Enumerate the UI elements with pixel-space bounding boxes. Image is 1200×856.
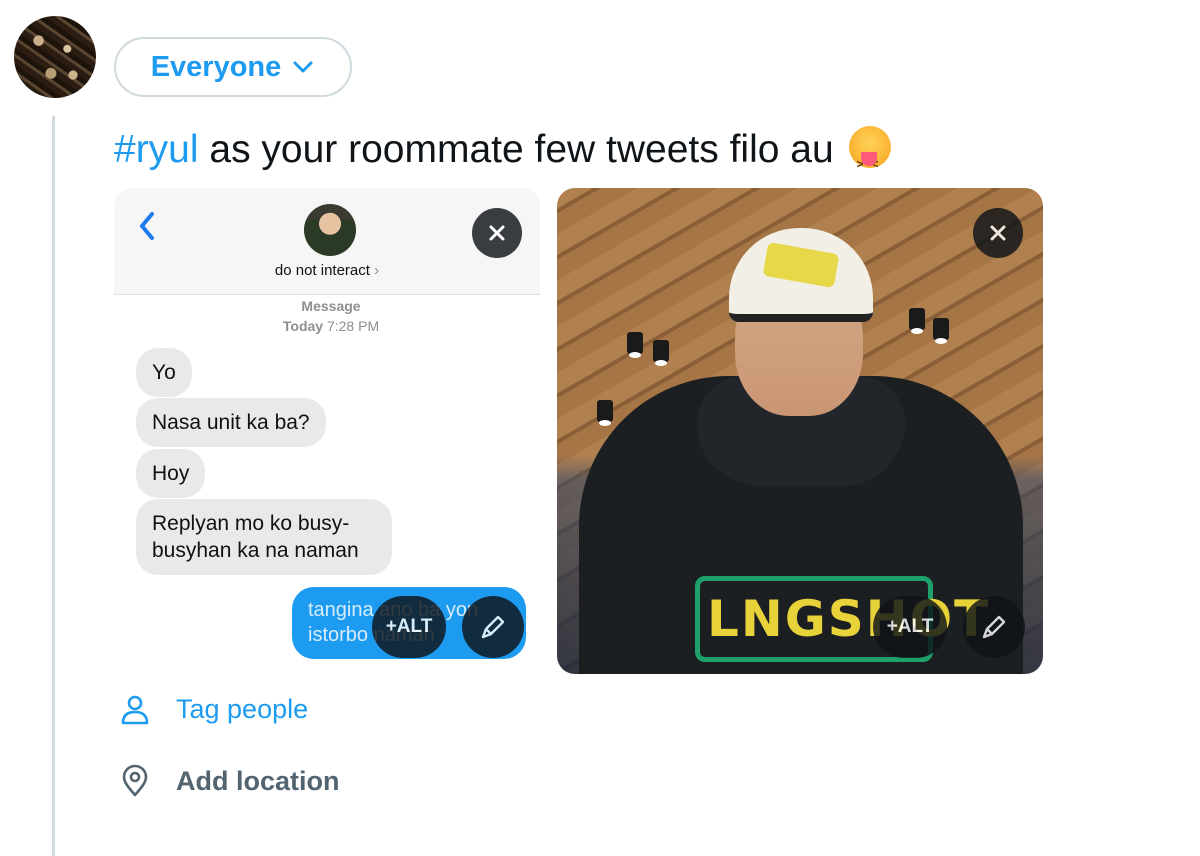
add-location-label: Add location bbox=[176, 765, 340, 796]
service-label: Message bbox=[301, 298, 361, 314]
ceiling-light bbox=[627, 332, 643, 358]
hoodie-print-text: LNGSHOT bbox=[707, 590, 991, 648]
tag-people-button[interactable]: Tag people bbox=[118, 692, 308, 726]
close-icon bbox=[990, 225, 1006, 241]
ceiling-light bbox=[909, 308, 925, 334]
incoming-message: Nasa unit ka ba? bbox=[136, 398, 326, 447]
audience-label: Everyone bbox=[150, 50, 282, 83]
media-attachment-2[interactable]: LNGSHOT +ALT bbox=[557, 188, 1043, 674]
add-location-button[interactable]: Add location bbox=[118, 764, 340, 798]
edit-media-button[interactable] bbox=[963, 596, 1025, 658]
incoming-message: Yo bbox=[136, 348, 192, 397]
location-pin-icon bbox=[122, 764, 148, 797]
contact-avatar bbox=[304, 204, 356, 256]
brush-icon bbox=[481, 615, 505, 639]
user-avatar[interactable] bbox=[14, 16, 96, 98]
edit-media-button[interactable] bbox=[462, 596, 524, 658]
audience-selector-button[interactable]: Everyone bbox=[114, 37, 352, 97]
cap-logo bbox=[762, 242, 840, 288]
ceiling-light bbox=[597, 400, 613, 426]
ceiling-light bbox=[933, 318, 949, 344]
ceiling-light bbox=[653, 340, 669, 366]
squinting-tongue-emoji-icon: >< bbox=[848, 126, 891, 171]
thread-line bbox=[52, 116, 55, 856]
chevron-right-icon: › bbox=[374, 262, 380, 279]
close-icon bbox=[489, 225, 505, 241]
incoming-message: Replyan mo ko busy-busyhan ka na naman bbox=[136, 499, 392, 575]
media-attachment-1[interactable]: do not interact › Message Today 7:28 PM … bbox=[114, 188, 540, 674]
tweet-body: as your roommate few tweets filo au bbox=[198, 128, 834, 171]
add-alt-text-button[interactable]: +ALT bbox=[873, 596, 947, 658]
chevron-down-icon bbox=[293, 61, 313, 73]
person-icon bbox=[121, 695, 149, 725]
tag-people-label: Tag people bbox=[176, 693, 309, 724]
remove-media-button[interactable] bbox=[472, 208, 522, 258]
contact-name: do not interact bbox=[274, 262, 370, 279]
add-alt-text-button[interactable]: +ALT bbox=[372, 596, 446, 658]
tweet-text-input[interactable]: #ryul as your roommate few tweets filo a… bbox=[114, 124, 891, 176]
message-timestamp: Today 7:28 PM bbox=[282, 318, 380, 334]
hashtag[interactable]: #ryul bbox=[114, 128, 199, 171]
brush-icon bbox=[982, 615, 1006, 639]
incoming-message: Hoy bbox=[136, 449, 206, 498]
back-chevron-icon bbox=[140, 212, 154, 240]
remove-media-button[interactable] bbox=[973, 208, 1023, 258]
cap bbox=[729, 228, 873, 322]
